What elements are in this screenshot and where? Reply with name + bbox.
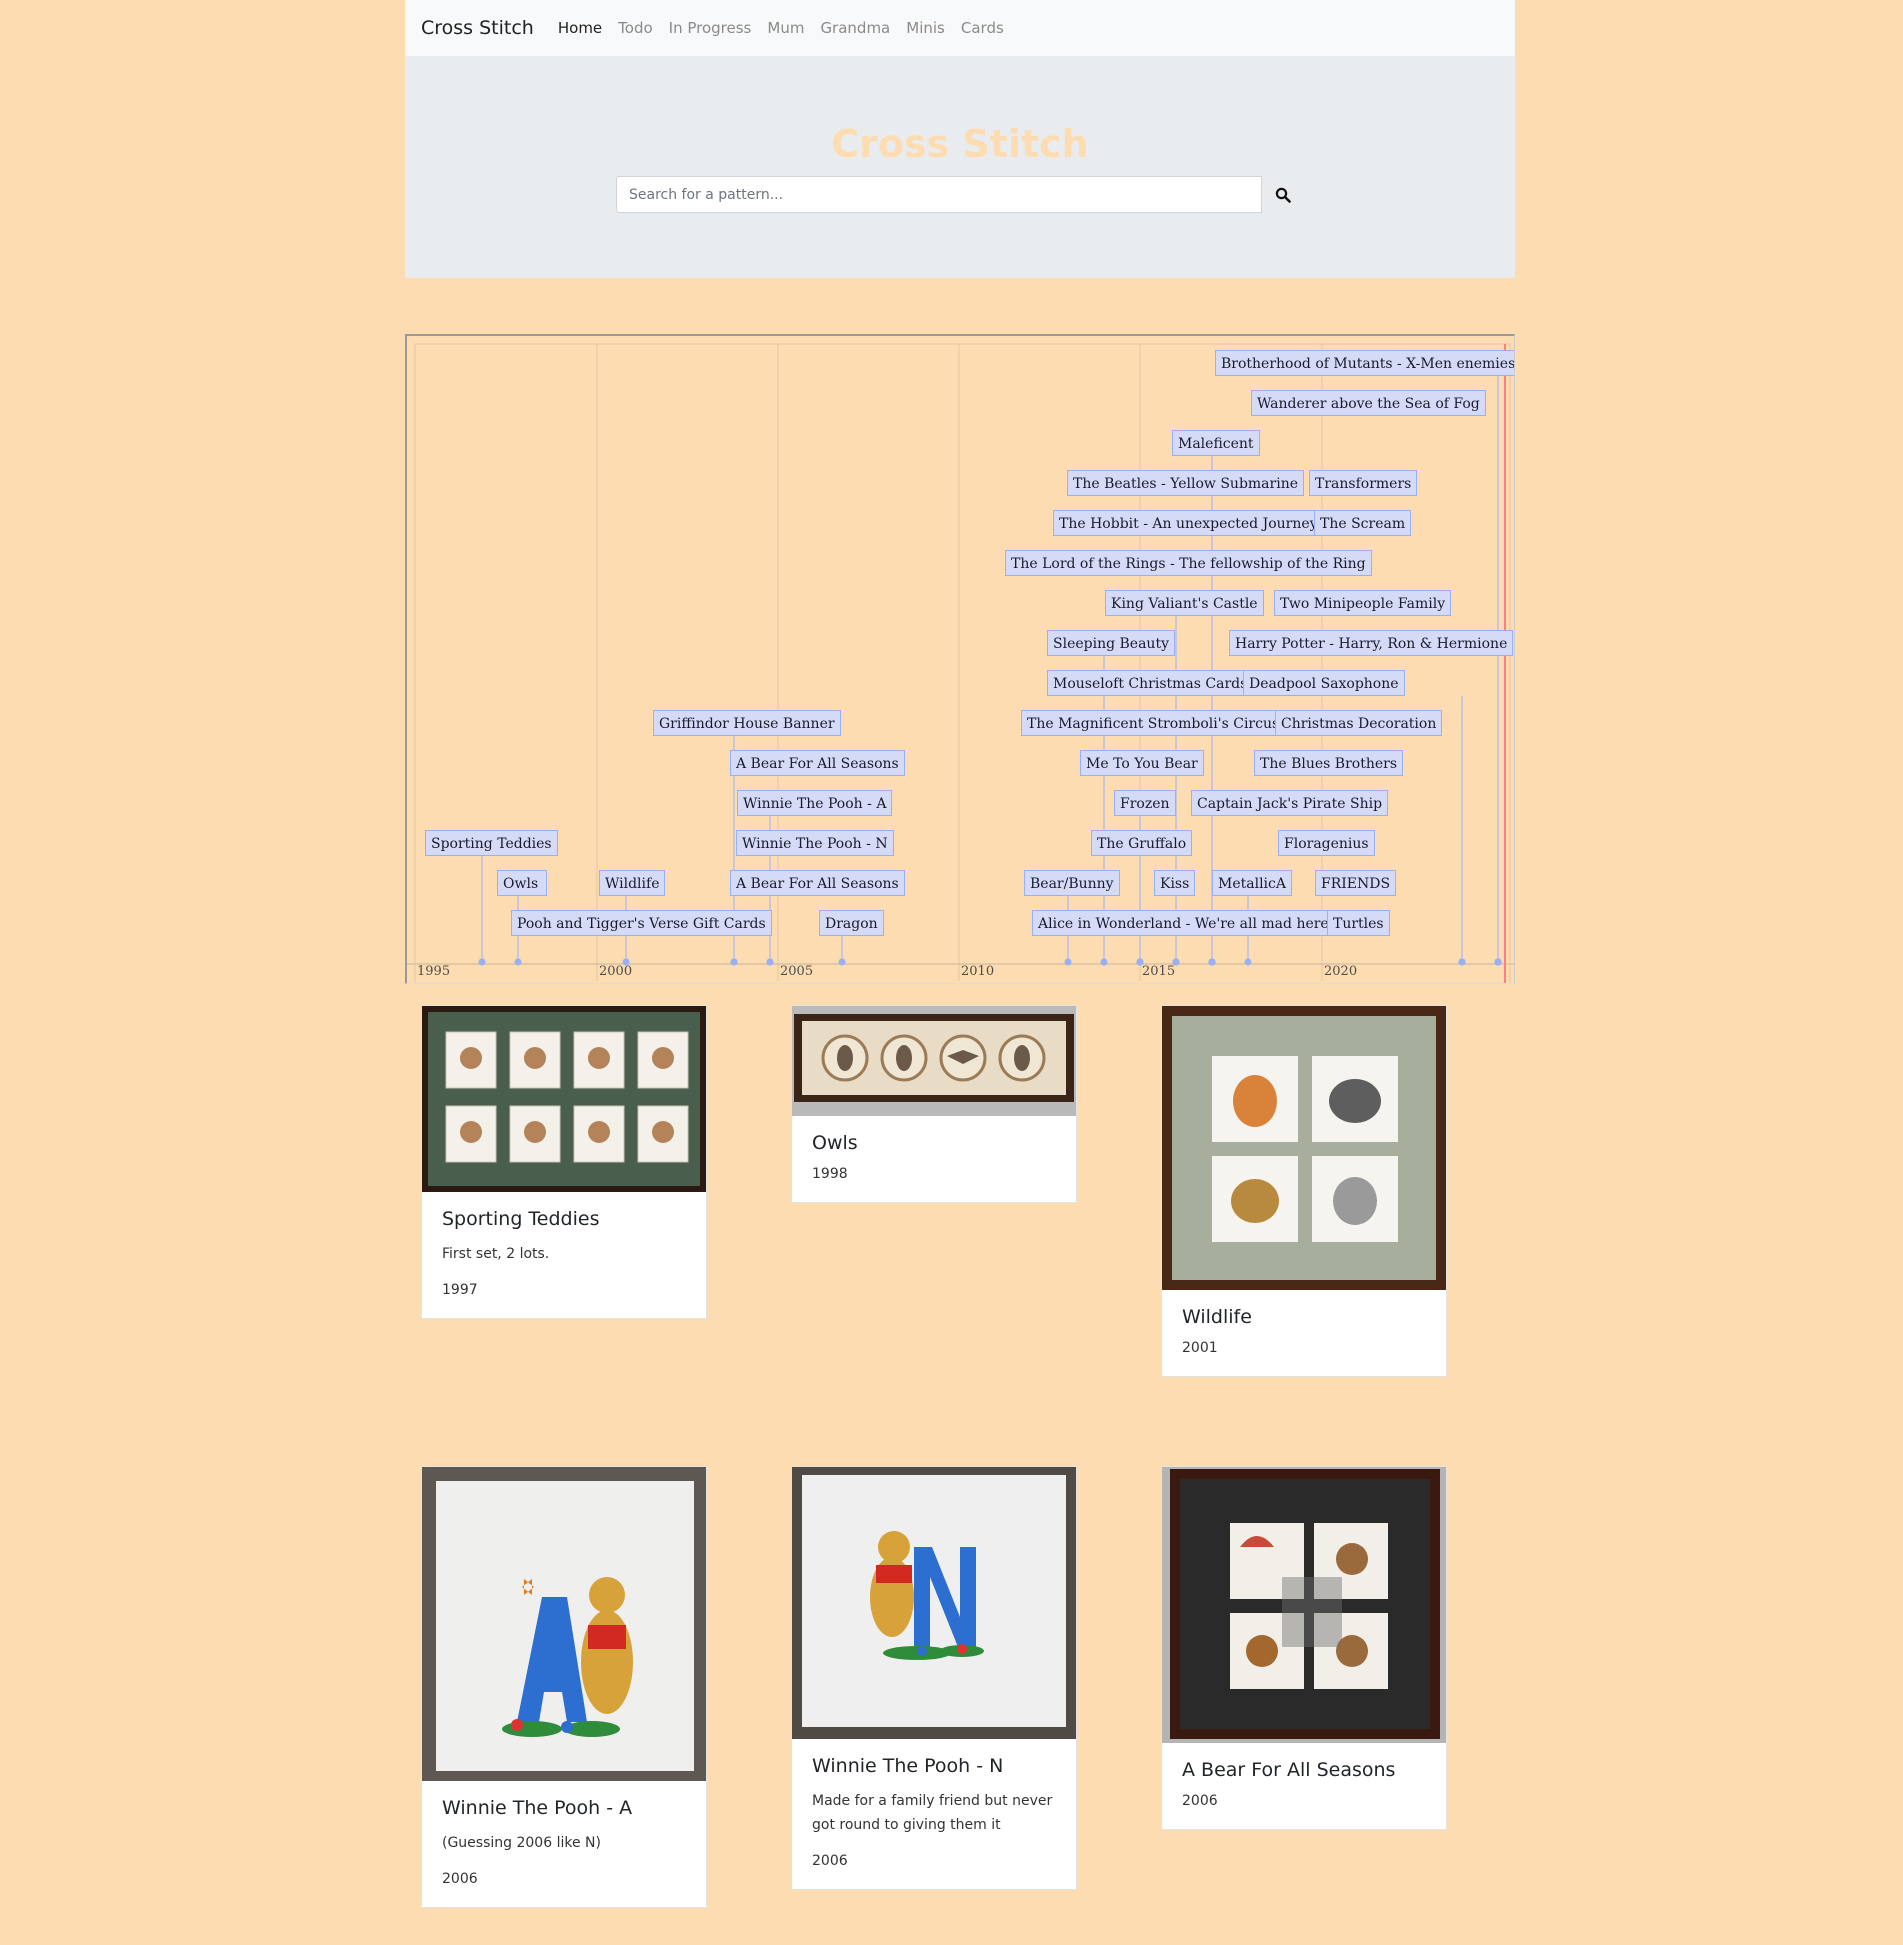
nav-link-mum[interactable]: Mum	[767, 19, 804, 37]
timeline-dot	[1458, 958, 1466, 966]
owls-image	[792, 1006, 1076, 1116]
card-winnie-the-pooh-n[interactable]: Winnie The Pooh - N Made for a family fr…	[791, 1466, 1077, 1890]
timeline-item[interactable]: Owls	[497, 870, 547, 896]
timeline-item[interactable]: Christmas Decoration	[1275, 710, 1443, 736]
card-title: Owls	[812, 1132, 858, 1154]
timeline-item[interactable]: King Valiant's Castle	[1105, 590, 1264, 616]
a-bear-for-all-seasons-image	[1162, 1467, 1446, 1743]
card-title: Winnie The Pooh - N	[812, 1755, 1004, 1777]
timeline-dot	[514, 958, 522, 966]
timeline-item[interactable]: FRIENDS	[1315, 870, 1397, 896]
timeline[interactable]: Brotherhood of Mutants - X-Men enemies Wa…	[405, 334, 1515, 984]
card-a-bear-for-all-seasons[interactable]: A Bear For All Seasons 2006	[1161, 1466, 1447, 1830]
timeline-item[interactable]: Sleeping Beauty	[1047, 630, 1175, 656]
navbar: Cross Stitch Home Todo In Progress Mum G…	[405, 0, 1515, 56]
timeline-item[interactable]: Griffindor House Banner	[653, 710, 841, 736]
timeline-dot	[1244, 958, 1252, 966]
timeline-item[interactable]: Winnie The Pooh - A	[737, 790, 893, 816]
timeline-item[interactable]: Turtles	[1327, 910, 1390, 936]
timeline-item[interactable]: Captain Jack's Pirate Ship	[1191, 790, 1389, 816]
timeline-item[interactable]: Harry Potter - Harry, Ron & Hermione	[1229, 630, 1514, 656]
nav-link-in-progress[interactable]: In Progress	[669, 19, 752, 37]
winnie-the-pooh-a-image	[422, 1467, 706, 1781]
card-year: 1998	[812, 1166, 848, 1182]
timeline-dot	[1064, 958, 1072, 966]
navbar-brand[interactable]: Cross Stitch	[421, 17, 534, 39]
search-icon	[1275, 187, 1291, 203]
timeline-item[interactable]: Alice in Wonderland - We're all mad here	[1032, 910, 1335, 936]
timeline-item[interactable]: Mouseloft Christmas Cards	[1047, 670, 1254, 696]
timeline-year-label: 1995	[417, 964, 451, 979]
timeline-item[interactable]: The Lord of the Rings - The fellowship o…	[1005, 550, 1372, 576]
timeline-item[interactable]: The Blues Brothers	[1254, 750, 1404, 776]
timeline-item[interactable]: The Gruffalo	[1091, 830, 1193, 856]
timeline-item[interactable]: A Bear For All Seasons	[730, 870, 905, 896]
timeline-year-label: 2000	[599, 964, 633, 979]
timeline-dot	[766, 958, 774, 966]
timeline-item[interactable]: Wanderer above the Sea of Fog	[1251, 390, 1486, 416]
timeline-item[interactable]: Kiss	[1154, 870, 1196, 896]
timeline-dot	[478, 958, 486, 966]
card-owls[interactable]: Owls 1998	[791, 1005, 1077, 1203]
card-year: 2006	[442, 1871, 478, 1887]
timeline-item[interactable]: Transformers	[1309, 470, 1418, 496]
card-year: 2001	[1182, 1340, 1218, 1356]
card-text: (Guessing 2006 like N)	[442, 1835, 601, 1851]
winnie-the-pooh-n-image	[792, 1467, 1076, 1739]
timeline-year-label: 2020	[1324, 964, 1358, 979]
timeline-item[interactable]: Floragenius	[1278, 830, 1375, 856]
timeline-year-label: 2010	[961, 964, 995, 979]
card-year: 2006	[1182, 1793, 1218, 1809]
timeline-item[interactable]: Pooh and Tigger's Verse Gift Cards	[511, 910, 772, 936]
sporting-teddies-image	[422, 1006, 706, 1192]
timeline-item[interactable]: The Hobbit - An unexpected Journey	[1053, 510, 1324, 536]
card-title: Wildlife	[1182, 1306, 1252, 1328]
nav-link-todo[interactable]: Todo	[618, 19, 653, 37]
timeline-item[interactable]: Brotherhood of Mutants - X-Men enemies	[1215, 350, 1514, 376]
timeline-item[interactable]: The Magnificent Stromboli's Circus	[1021, 710, 1286, 736]
search-input[interactable]	[616, 176, 1262, 213]
timeline-dot	[1208, 958, 1216, 966]
timeline-item[interactable]: A Bear For All Seasons	[730, 750, 905, 776]
timeline-item[interactable]: Two Minipeople Family	[1274, 590, 1452, 616]
timeline-item[interactable]: Me To You Bear	[1080, 750, 1204, 776]
timeline-dot	[838, 958, 846, 966]
hero-title: Cross Stitch	[831, 122, 1089, 166]
timeline-year-label: 2015	[1142, 964, 1176, 979]
card-text: First set, 2 lots.	[442, 1246, 550, 1262]
timeline-item[interactable]: Deadpool Saxophone	[1243, 670, 1405, 696]
nav-link-home[interactable]: Home	[558, 19, 602, 37]
wildlife-image	[1162, 1006, 1446, 1290]
timeline-dot	[1100, 958, 1108, 966]
card-text: Made for a family friend but never got r…	[812, 1793, 1053, 1833]
timeline-year-label: 2005	[780, 964, 814, 979]
card-title: A Bear For All Seasons	[1182, 1759, 1396, 1781]
card-wildlife[interactable]: Wildlife 2001	[1161, 1005, 1447, 1377]
timeline-item[interactable]: Bear/Bunny	[1024, 870, 1120, 896]
card-title: Winnie The Pooh - A	[442, 1797, 633, 1819]
timeline-item[interactable]: The Beatles - Yellow Submarine	[1067, 470, 1305, 496]
timeline-dot	[1494, 958, 1502, 966]
nav-link-minis[interactable]: Minis	[906, 19, 945, 37]
timeline-item[interactable]: Frozen	[1114, 790, 1176, 816]
timeline-item[interactable]: Dragon	[819, 910, 884, 936]
card-year: 1997	[442, 1282, 478, 1298]
nav-link-grandma[interactable]: Grandma	[820, 19, 890, 37]
card-winnie-the-pooh-a[interactable]: Winnie The Pooh - A (Guessing 2006 like …	[421, 1466, 707, 1908]
search-button[interactable]	[1262, 176, 1304, 213]
timeline-item[interactable]: Wildlife	[599, 870, 666, 896]
timeline-item[interactable]: Sporting Teddies	[425, 830, 558, 856]
card-title: Sporting Teddies	[442, 1208, 600, 1230]
timeline-item[interactable]: Maleficent	[1172, 430, 1260, 456]
timeline-item[interactable]: MetallicA	[1212, 870, 1292, 896]
timeline-item[interactable]: The Scream	[1314, 510, 1412, 536]
card-year: 2006	[812, 1853, 848, 1869]
timeline-item[interactable]: Winnie The Pooh - N	[736, 830, 894, 856]
hero-section: Cross Stitch	[405, 56, 1515, 278]
card-sporting-teddies[interactable]: Sporting Teddies First set, 2 lots. 1997	[421, 1005, 707, 1319]
timeline-dot	[730, 958, 738, 966]
nav-link-cards[interactable]: Cards	[961, 19, 1004, 37]
